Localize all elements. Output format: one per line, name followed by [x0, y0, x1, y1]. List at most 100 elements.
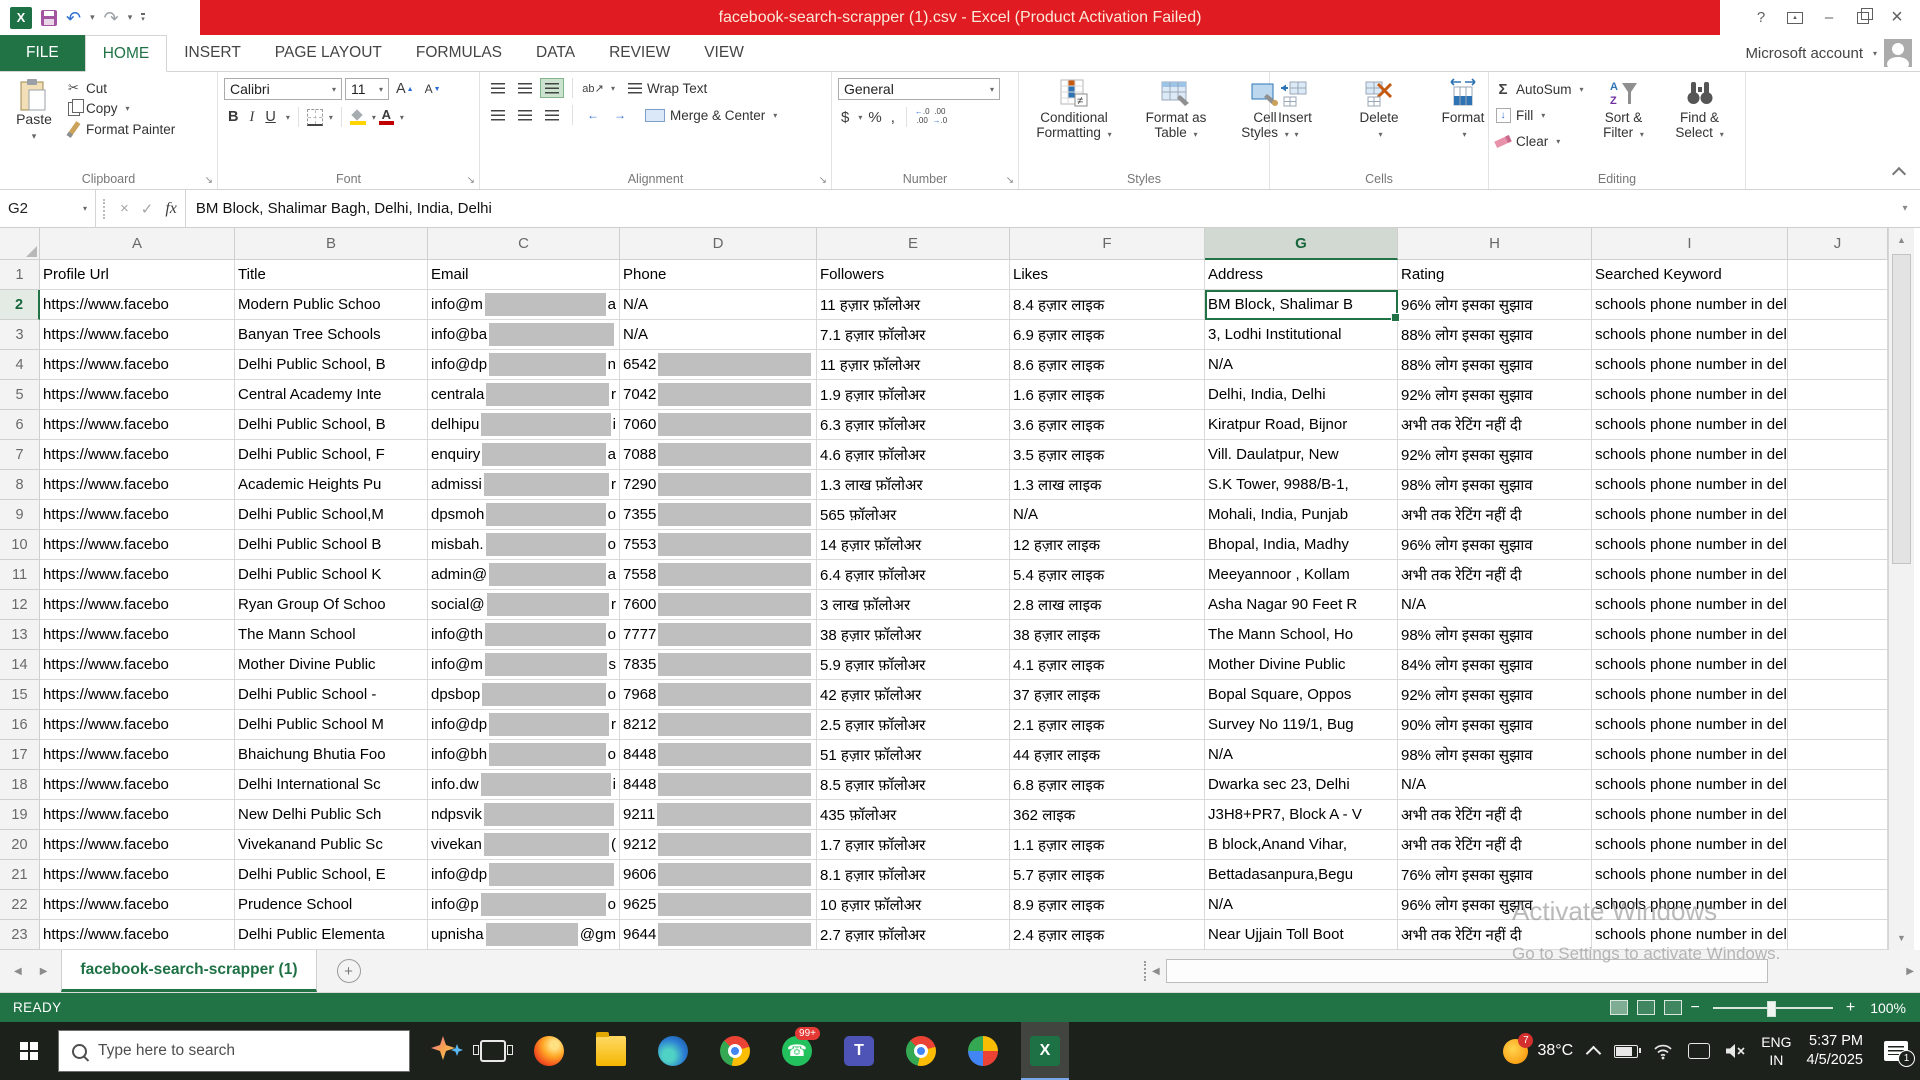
find-select-button[interactable]: Find & Select ▾: [1664, 78, 1736, 152]
cell-C15[interactable]: dpsbopo: [428, 680, 620, 710]
cell-G10[interactable]: Bhopal, India, Madhy: [1205, 530, 1398, 560]
cell-I14[interactable]: schools phone number in delhi: [1592, 650, 1788, 680]
row-header-10[interactable]: 10: [0, 530, 40, 560]
increase-font-button[interactable]: A▲: [392, 81, 418, 97]
cell-I4[interactable]: schools phone number in delhi: [1592, 350, 1788, 380]
cell-B7[interactable]: Delhi Public School, F: [235, 440, 428, 470]
cell-C16[interactable]: info@dpr: [428, 710, 620, 740]
cell-H8[interactable]: 98% लोग इसका सुझाव: [1398, 470, 1592, 500]
action-center-icon[interactable]: 1: [1884, 1041, 1908, 1061]
cell-H21[interactable]: 76% लोग इसका सुझाव: [1398, 860, 1592, 890]
taskbar-app-file-explorer[interactable]: [587, 1022, 635, 1080]
cell-B1[interactable]: Title: [235, 260, 428, 290]
cell-C2[interactable]: info@ma: [428, 290, 620, 320]
column-header-J[interactable]: J: [1788, 228, 1888, 260]
vertical-scrollbar[interactable]: ▲ ▼: [1888, 228, 1914, 950]
cell-D12[interactable]: 7600: [620, 590, 817, 620]
cancel-icon[interactable]: ×: [120, 200, 129, 217]
cell-I21[interactable]: schools phone number in delhi: [1592, 860, 1788, 890]
taskbar-app-edge[interactable]: [649, 1022, 697, 1080]
cell-H6[interactable]: अभी तक रेटिंग नहीं दी: [1398, 410, 1592, 440]
tab-view[interactable]: VIEW: [687, 35, 761, 71]
sheet-nav-left-icon[interactable]: ◀: [14, 966, 22, 977]
cell-G11[interactable]: Meeyannoor , Kollam: [1205, 560, 1398, 590]
formula-bar-expand-icon[interactable]: ▾: [1890, 203, 1920, 214]
cell-G5[interactable]: Delhi, India, Delhi: [1205, 380, 1398, 410]
cell-D2[interactable]: N/A: [620, 290, 817, 320]
cell-A13[interactable]: https://www.facebo: [40, 620, 235, 650]
cell-J2[interactable]: [1788, 290, 1888, 320]
cell-G8[interactable]: S.K Tower, 9988/B-1,: [1205, 470, 1398, 500]
wifi-icon[interactable]: [1653, 1042, 1673, 1060]
cell-I11[interactable]: schools phone number in delhi: [1592, 560, 1788, 590]
customize-quick-access-icon[interactable]: ▾: [141, 13, 145, 23]
cell-G7[interactable]: Vill. Daulatpur, New: [1205, 440, 1398, 470]
weather-widget[interactable]: 7 38°C: [1503, 1039, 1573, 1064]
redo-icon[interactable]: ↷: [104, 9, 119, 27]
cell-F9[interactable]: N/A: [1010, 500, 1205, 530]
cell-H12[interactable]: N/A: [1398, 590, 1592, 620]
cell-H5[interactable]: 92% लोग इसका सुझाव: [1398, 380, 1592, 410]
cell-G20[interactable]: B block,Anand Vihar,: [1205, 830, 1398, 860]
cell-A23[interactable]: https://www.facebo: [40, 920, 235, 950]
cell-J19[interactable]: [1788, 800, 1888, 830]
row-header-4[interactable]: 4: [0, 350, 40, 380]
alignment-dialog-launcher[interactable]: ↘: [819, 175, 827, 186]
cell-H9[interactable]: अभी तक रेटिंग नहीं दी: [1398, 500, 1592, 530]
cell-J16[interactable]: [1788, 710, 1888, 740]
cell-E20[interactable]: 1.7 हज़ार फ़ॉलोअर: [817, 830, 1010, 860]
cell-I15[interactable]: schools phone number in delhi: [1592, 680, 1788, 710]
taskbar-app-whatsapp[interactable]: ☎99+: [773, 1022, 821, 1080]
cell-J8[interactable]: [1788, 470, 1888, 500]
column-header-I[interactable]: I: [1592, 228, 1788, 260]
tab-formulas[interactable]: FORMULAS: [399, 35, 519, 71]
start-button[interactable]: [0, 1022, 58, 1080]
cell-B20[interactable]: Vivekanand Public Sc: [235, 830, 428, 860]
cell-B22[interactable]: Prudence School: [235, 890, 428, 920]
task-view-icon[interactable]: [480, 1040, 506, 1062]
cell-D23[interactable]: 9644: [620, 920, 817, 950]
cell-A22[interactable]: https://www.facebo: [40, 890, 235, 920]
row-header-21[interactable]: 21: [0, 860, 40, 890]
cell-C18[interactable]: info.dwi: [428, 770, 620, 800]
row-header-12[interactable]: 12: [0, 590, 40, 620]
row-header-9[interactable]: 9: [0, 500, 40, 530]
scroll-up-icon[interactable]: ▲: [1889, 228, 1914, 252]
cell-I8[interactable]: schools phone number in delhi: [1592, 470, 1788, 500]
row-header-14[interactable]: 14: [0, 650, 40, 680]
cell-C17[interactable]: info@bho: [428, 740, 620, 770]
cell-C3[interactable]: info@ba: [428, 320, 620, 350]
row-header-1[interactable]: 1: [0, 260, 40, 290]
font-size-select[interactable]: 11▾: [345, 78, 389, 100]
row-header-13[interactable]: 13: [0, 620, 40, 650]
cell-A5[interactable]: https://www.facebo: [40, 380, 235, 410]
cell-D1[interactable]: Phone: [620, 260, 817, 290]
cell-I18[interactable]: schools phone number in delhi: [1592, 770, 1788, 800]
cell-C12[interactable]: social@r: [428, 590, 620, 620]
cell-E13[interactable]: 38 हज़ार फ़ॉलोअर: [817, 620, 1010, 650]
cell-A19[interactable]: https://www.facebo: [40, 800, 235, 830]
align-left-button[interactable]: [486, 105, 510, 125]
cell-E9[interactable]: 565 फ़ॉलोअर: [817, 500, 1010, 530]
row-header-2[interactable]: 2: [0, 290, 40, 320]
column-header-A[interactable]: A: [40, 228, 235, 260]
cell-G3[interactable]: 3, Lodhi Institutional: [1205, 320, 1398, 350]
cell-D9[interactable]: 7355: [620, 500, 817, 530]
avatar[interactable]: [1884, 39, 1912, 67]
font-dialog-launcher[interactable]: ↘: [467, 175, 475, 186]
taskbar-app-firefox[interactable]: [525, 1022, 573, 1080]
cell-B3[interactable]: Banyan Tree Schools: [235, 320, 428, 350]
cell-F16[interactable]: 2.1 हज़ार लाइक: [1010, 710, 1205, 740]
cell-C23[interactable]: upnisha@gm: [428, 920, 620, 950]
cell-J3[interactable]: [1788, 320, 1888, 350]
cell-H16[interactable]: 90% लोग इसका सुझाव: [1398, 710, 1592, 740]
cell-D11[interactable]: 7558: [620, 560, 817, 590]
cell-C1[interactable]: Email: [428, 260, 620, 290]
cell-E19[interactable]: 435 फ़ॉलोअर: [817, 800, 1010, 830]
cell-B21[interactable]: Delhi Public School, E: [235, 860, 428, 890]
scroll-down-icon[interactable]: ▼: [1889, 926, 1914, 950]
cell-B19[interactable]: New Delhi Public Sch: [235, 800, 428, 830]
cell-D8[interactable]: 7290: [620, 470, 817, 500]
cell-A20[interactable]: https://www.facebo: [40, 830, 235, 860]
underline-button[interactable]: U: [261, 109, 279, 125]
